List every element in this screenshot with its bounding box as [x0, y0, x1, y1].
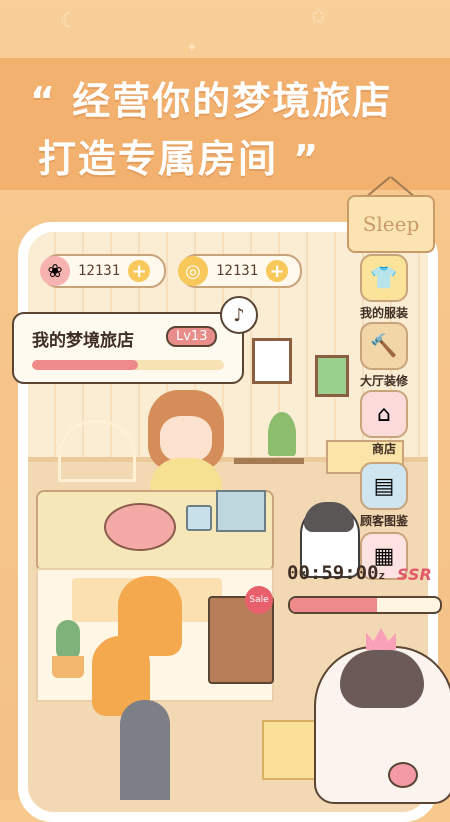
menu-label: 商店 [371, 442, 396, 456]
timer-value: 00:59:00 [287, 562, 379, 584]
guest-timer: 00:59:00z [287, 562, 385, 584]
shop-name: 我的梦境旅店 [32, 331, 134, 351]
plant-pot [52, 656, 84, 678]
rarity-badge: SSR [397, 565, 432, 584]
sleep-z: z [378, 569, 386, 582]
moon-decoration: ☾ [60, 8, 78, 32]
menu-guest-album[interactable]: ▤ 顾客图鉴 [354, 462, 414, 529]
wall-shelf [234, 458, 304, 464]
picture-frame [252, 338, 292, 384]
sleep-sign[interactable]: Sleep [347, 195, 435, 253]
music-note-icon[interactable]: ♪ [220, 296, 258, 334]
menu-hall-decor[interactable]: 🔨 大厅装修 [354, 322, 414, 389]
piggy-bank[interactable] [104, 503, 176, 551]
exp-bar-fill [32, 360, 138, 370]
hall-decor-icon: 🔨 [360, 322, 408, 370]
menu-label: 顾客图鉴 [359, 514, 408, 528]
add-paw-button[interactable]: + [128, 260, 151, 282]
menu-label: 大厅装修 [359, 374, 408, 388]
guest-album-icon: ▤ [360, 462, 408, 510]
sale-tag: Sale [245, 586, 273, 614]
shop-level-badge: Lv13 [166, 326, 218, 347]
potted-plant [268, 412, 296, 456]
star-decoration: ✩ [310, 4, 327, 28]
mug [186, 505, 212, 531]
clothes-icon: 👕 [360, 254, 408, 302]
coin-currency: ◎ 12131 + [178, 254, 302, 288]
shop-info-card[interactable]: 我的梦境旅店 Lv13 [12, 312, 244, 384]
menu-label: 我的服装 [359, 306, 408, 320]
coin-icon: ◎ [178, 256, 208, 286]
chair [58, 420, 136, 482]
timer-progress-bar [288, 596, 442, 614]
ragdoll-cat-face [340, 650, 424, 708]
headline-line-1: “ 经营你的梦境旅店 [30, 79, 393, 123]
menu-store[interactable]: ⌂ 商店 [354, 390, 414, 457]
paw-currency-value: 12131 [78, 263, 121, 279]
shopkeeper-face [160, 416, 212, 462]
timer-progress-fill [290, 598, 377, 612]
picture-frame [315, 355, 349, 397]
tuxedo-cat-head [304, 502, 354, 532]
book-stack [216, 490, 266, 532]
add-coin-button[interactable]: + [266, 260, 289, 282]
coin-currency-value: 12131 [216, 263, 259, 279]
rabbit-customer[interactable] [120, 700, 170, 800]
heart-bag-icon [388, 762, 418, 788]
paw-icon: ❀ [40, 256, 70, 286]
exp-bar [32, 360, 224, 370]
paw-currency: ❀ 12131 + [40, 254, 166, 288]
sparkle-decoration: ✦ [186, 40, 198, 56]
menu-my-clothes[interactable]: 👕 我的服装 [354, 254, 414, 321]
sleep-sign-text: Sleep [362, 212, 420, 236]
store-icon: ⌂ [360, 390, 408, 438]
headline-line-2: 打造专属房间 ” [38, 137, 321, 181]
